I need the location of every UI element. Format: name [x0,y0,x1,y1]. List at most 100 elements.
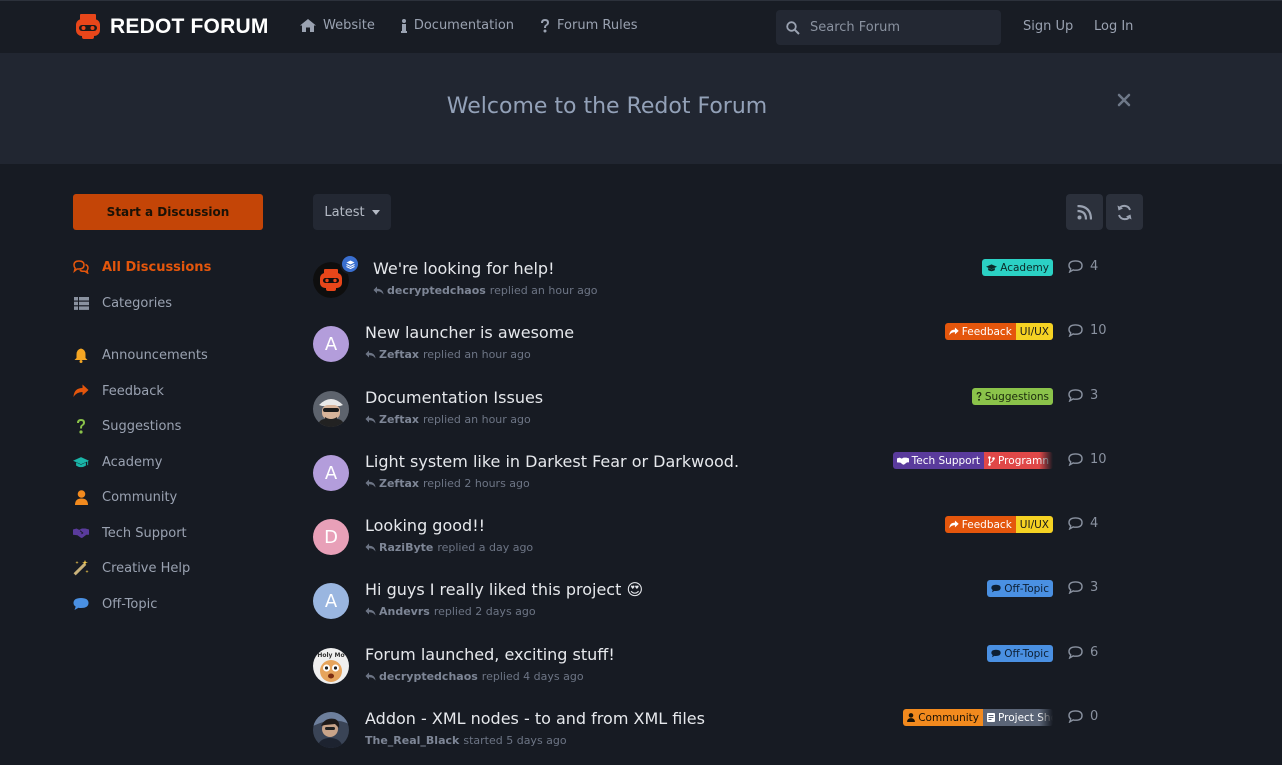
sidebar-item-community[interactable]: Community [73,489,177,505]
discussion-meta: The_Real_Black started 5 days ago [365,734,567,747]
discussion-user[interactable]: decryptedchaos [379,670,478,683]
log-in-link[interactable]: Log In [1094,19,1133,34]
refresh-button[interactable] [1106,194,1143,230]
discussion-action: replied a day ago [437,541,534,554]
nav-documentation[interactable]: Documentation [400,18,514,33]
discussion-action: started 5 days ago [463,734,567,747]
reply-count-value: 4 [1090,259,1099,274]
discussion-title[interactable]: New launcher is awesome [365,323,574,342]
main-nav: Website Documentation Forum Rules [300,18,663,33]
sort-dropdown[interactable]: Latest [313,194,391,230]
avatar[interactable]: A [313,326,349,362]
discussion-row[interactable]: Holy Mo Forum launched, exciting stuff! de… [313,645,1143,701]
reply-count: 3 [1068,388,1098,403]
discussion-action: replied an hour ago [489,284,598,297]
discussion-row[interactable]: Addon - XML nodes - to and from XML file… [313,709,1143,765]
discussion-row[interactable]: A New launcher is awesome Zeftax replied an… [313,323,1143,379]
discussion-title[interactable]: Forum launched, exciting stuff! [365,645,615,664]
discussion-title[interactable]: Light system like in Darkest Fear or Dar… [365,452,739,471]
user-photo-icon [313,712,349,748]
sidebar-item-all-discussions[interactable]: All Discussions [73,259,211,275]
discussion-row[interactable]: A Hi guys I really liked this project 😍 An… [313,580,1143,636]
tag-label[interactable]: Project Sho [983,709,1053,726]
discussion-meta: decryptedchaos replied an hour ago [373,284,598,297]
sidebar-item-label: All Discussions [102,259,212,275]
discussion-user[interactable]: The_Real_Black [365,734,459,747]
search-input[interactable] [808,19,992,36]
info-icon [400,18,407,33]
redot-logo-icon [76,14,100,39]
tag-label[interactable]: Feedback [944,516,1016,533]
discussion-user[interactable]: Andevrs [379,605,430,618]
tag-label[interactable]: UI/UX [1015,516,1053,533]
tag-list: Off-Topic [987,645,1053,662]
rss-button[interactable] [1066,194,1103,230]
discussion-action: replied an hour ago [423,348,531,361]
tag-text: Off-Topic [1004,647,1049,660]
nav-forum-rules[interactable]: Forum Rules [540,18,637,33]
sidebar-item-off-topic[interactable]: Off-Topic [73,596,157,612]
tag-list: Community Project Sho [903,709,1053,726]
discussion-title[interactable]: We're looking for help! [373,259,554,278]
forum-logo[interactable]: REDOT FORUM [73,12,269,42]
reply-icon [365,543,376,552]
sidebar-item-feedback[interactable]: Feedback [73,383,164,399]
sidebar-item-tech-support[interactable]: Tech Support [73,525,187,541]
avatar[interactable] [313,391,349,427]
discussion-row[interactable]: We're looking for help! decryptedchaos rep… [313,254,1143,315]
discussion-title[interactable]: Documentation Issues [365,388,543,407]
tag-label[interactable]: Off-Topic [987,580,1053,597]
sidebar-item-suggestions[interactable]: Suggestions [73,418,181,434]
discussion-row[interactable]: A Light system like in Darkest Fear or Da… [313,452,1143,508]
reply-count-value: 10 [1090,323,1107,338]
tag-label[interactable]: Academy [982,259,1053,276]
discussion-row[interactable]: D Looking good!! RaziByte replied a day ago… [313,516,1143,572]
tag-text: Suggestions [984,390,1049,403]
sidebar-item-academy[interactable]: Academy [73,454,162,470]
discussion-title[interactable]: Addon - XML nodes - to and from XML file… [365,709,705,728]
avatar[interactable]: Holy Mo [313,648,349,684]
discussion-row[interactable]: Documentation Issues Zeftax replied an hou… [313,388,1143,444]
discussion-user[interactable]: Zeftax [379,348,419,361]
tag-list: Academy [982,259,1053,276]
welcome-banner: Welcome to the Redot Forum [0,53,1282,164]
discussion-action: replied 2 hours ago [423,477,530,490]
tag-list: Tech Support Programn [892,452,1053,469]
tag-label[interactable]: Community [903,709,983,726]
discussion-action: replied 4 days ago [481,670,584,683]
nav-website[interactable]: Website [300,18,375,33]
user-photo-icon: Holy Mo [313,648,349,684]
sidebar-item-categories[interactable]: Categories [73,295,172,311]
avatar[interactable]: A [313,583,349,619]
search-box[interactable] [776,10,1001,45]
tag-text: Programn [998,454,1049,467]
tag-label[interactable]: Feedback [944,323,1016,340]
sign-up-link[interactable]: Sign Up [1023,19,1073,34]
discussion-user[interactable]: RaziByte [379,541,433,554]
comment-icon [1068,260,1083,273]
discussion-title[interactable]: Looking good!! [365,516,485,535]
tag-label[interactable]: Tech Support [892,452,985,469]
tag-label[interactable]: Programn [984,452,1053,469]
discussion-user[interactable]: Zeftax [379,477,419,490]
avatar[interactable]: A [313,455,349,491]
refresh-icon [1117,204,1132,220]
caret-down-icon [371,209,380,215]
reply-icon [365,672,376,681]
sidebar-item-announcements[interactable]: Announcements [73,347,208,363]
start-discussion-button[interactable]: Start a Discussion [73,194,263,230]
tag-list: Feedback UI/UX [944,516,1053,533]
discussion-user[interactable]: Zeftax [379,413,419,426]
sidebar-item-creative-help[interactable]: Creative Help [73,560,190,576]
avatar[interactable]: D [313,519,349,555]
avatar[interactable] [313,712,349,748]
tag-label[interactable]: Suggestions [971,388,1053,405]
close-icon[interactable] [1117,93,1131,107]
tag-label[interactable]: UI/UX [1015,323,1053,340]
discussion-title[interactable]: Hi guys I really liked this project 😍 [365,580,643,599]
home-icon [300,19,316,32]
tag-list: Off-Topic [987,580,1053,597]
tag-label[interactable]: Off-Topic [987,645,1053,662]
sidebar-item-label: Categories [102,295,173,311]
discussion-user[interactable]: decryptedchaos [387,284,486,297]
